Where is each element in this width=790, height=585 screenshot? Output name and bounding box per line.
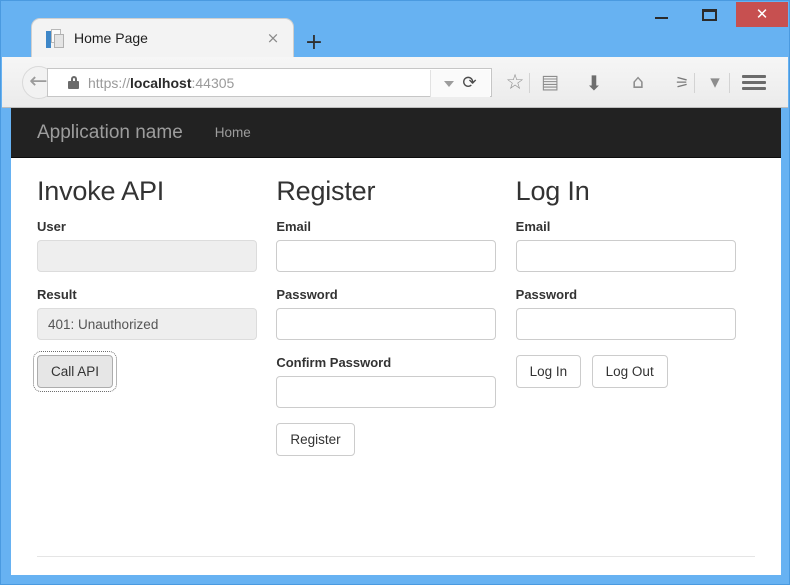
browser-window: ✕ Home Page × + ← https://localhost:4430…: [0, 0, 790, 585]
log-out-button[interactable]: Log Out: [591, 355, 668, 388]
result-input[interactable]: [37, 308, 257, 340]
column-register: Register Email Password Confirm Password…: [276, 176, 515, 456]
reader-list-icon[interactable]: ▤: [535, 68, 565, 97]
column-log-in: Log In Email Password Log In Log Out: [515, 176, 755, 456]
site-brand[interactable]: Application name: [37, 122, 183, 144]
field-group-login-password: Password: [515, 287, 755, 340]
url-host: localhost: [130, 74, 192, 91]
confirm-password-input[interactable]: [276, 376, 497, 408]
download-icon[interactable]: ⬇: [579, 68, 609, 97]
new-tab-button[interactable]: +: [302, 31, 326, 55]
back-arrow-icon: ←: [29, 68, 48, 94]
toolbar-separator: [694, 73, 695, 93]
lock-icon: [68, 76, 79, 89]
footer-divider: [37, 556, 755, 557]
call-api-button[interactable]: Call API: [32, 351, 118, 392]
column-invoke-api: Invoke API User Result Call API: [32, 176, 276, 456]
log-in-button[interactable]: Log In: [515, 355, 582, 388]
reload-icon[interactable]: ⟳: [462, 75, 476, 92]
page-viewport: Application name Home Invoke API User Re…: [11, 108, 781, 575]
register-button[interactable]: Register: [276, 423, 355, 456]
user-input[interactable]: [37, 240, 257, 272]
tab-close-icon[interactable]: ×: [265, 29, 281, 47]
page-content: Invoke API User Result Call API Register: [11, 158, 781, 557]
label-user: User: [37, 219, 66, 234]
home-icon[interactable]: ⌂: [623, 68, 653, 97]
site-navbar: Application name Home: [11, 108, 781, 158]
register-password-input[interactable]: [276, 308, 497, 340]
page-footer: © 2014 - My ASP.NET Application: [37, 556, 755, 575]
go-reload-button[interactable]: ⟳: [430, 70, 490, 97]
field-group-confirm-password: Confirm Password: [276, 355, 515, 408]
heading-log-in: Log In: [515, 176, 590, 206]
field-group-register-password: Password: [276, 287, 515, 340]
url-text: https://localhost:44305: [88, 75, 234, 91]
label-result: Result: [37, 287, 77, 302]
label-login-email: Email: [515, 219, 551, 234]
url-port: :44305: [191, 74, 235, 91]
heading-register: Register: [276, 176, 376, 206]
url-scheme: https://: [88, 74, 131, 91]
login-password-input[interactable]: [515, 308, 736, 340]
login-email-input[interactable]: [515, 240, 736, 272]
label-register-password: Password: [276, 287, 338, 302]
field-group-login-email: Email: [515, 219, 755, 272]
address-bar[interactable]: https://localhost:44305 ⟳: [47, 68, 492, 97]
label-confirm-password: Confirm Password: [276, 355, 392, 370]
field-group-register-email: Email: [276, 219, 515, 272]
pet-icon[interactable]: ⚞: [667, 68, 697, 97]
label-register-email: Email: [276, 219, 312, 234]
tab-strip: Home Page × +: [2, 13, 788, 57]
page-icon: [46, 28, 64, 48]
heading-invoke-api: Invoke API: [37, 176, 165, 206]
chevron-down-icon[interactable]: [444, 80, 455, 87]
label-login-password: Password: [515, 287, 578, 302]
register-email-input[interactable]: [276, 240, 497, 272]
menu-icon[interactable]: [742, 70, 768, 94]
browser-tab-home-page[interactable]: Home Page ×: [31, 18, 294, 57]
form-columns: Invoke API User Result Call API Register: [32, 158, 755, 456]
browser-toolbar: ← https://localhost:44305 ⟳ ☆ ▤ ⬇ ⌂ ⚞ ▾: [2, 57, 788, 108]
star-icon[interactable]: ☆: [500, 68, 530, 97]
toolbar-separator: [729, 73, 730, 93]
pet-caret-icon[interactable]: ▾: [700, 68, 730, 97]
field-group-user: User: [37, 219, 276, 272]
tab-title: Home Page: [74, 30, 148, 46]
nav-link-home[interactable]: Home: [215, 125, 251, 140]
field-group-result: Result: [37, 287, 276, 340]
